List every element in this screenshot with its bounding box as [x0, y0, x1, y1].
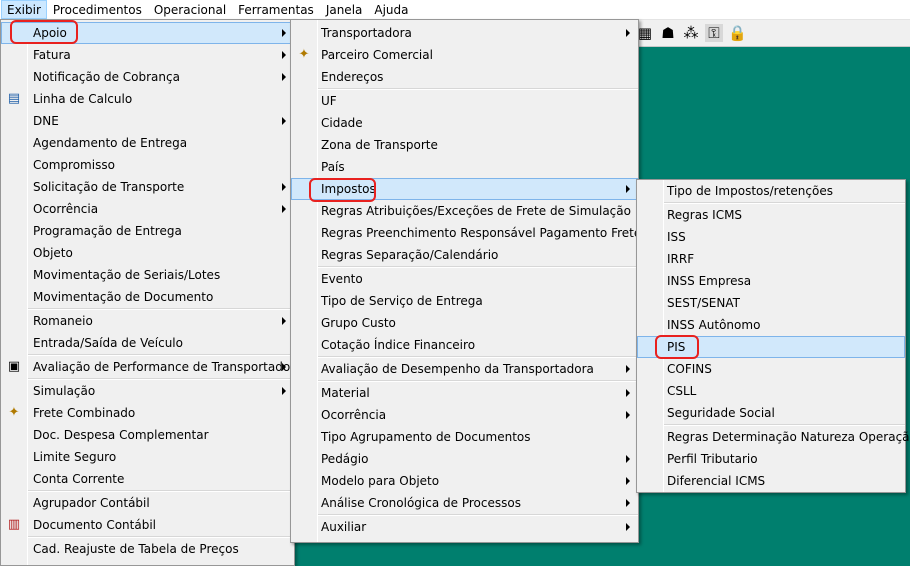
menu-item-entrada-saida-veiculo[interactable]: Entrada/Saída de Veículo: [1, 332, 294, 354]
menu-item-tipo-servico[interactable]: Tipo de Serviço de Entrega: [291, 290, 638, 312]
submenu-arrow-icon: [282, 183, 286, 191]
submenu-arrow-icon: [626, 185, 630, 193]
menu-item-cidade[interactable]: Cidade: [291, 112, 638, 134]
menu-item-documento-contabil[interactable]: ▥ Documento Contábil: [1, 514, 294, 536]
menu-item-tipo-impostos[interactable]: Tipo de Impostos/retenções: [637, 180, 905, 202]
menu-item-modelo-objeto[interactable]: Modelo para Objeto: [291, 470, 638, 492]
report-icon: ▣: [7, 359, 21, 374]
menu-item-apoio[interactable]: Apoio: [1, 22, 294, 44]
menu-ajuda[interactable]: Ajuda: [368, 0, 414, 19]
menu-item-regras-preenchimento[interactable]: Regras Preenchimento Responsável Pagamen…: [291, 222, 660, 244]
submenu-arrow-icon: [282, 317, 286, 325]
submenu-arrow-icon: [626, 29, 630, 37]
menu-item-regras-atribuicoes[interactable]: Regras Atribuições/Exceções de Frete de …: [291, 200, 638, 222]
submenu-arrow-icon: [626, 499, 630, 507]
calculator-icon: ▤: [7, 91, 21, 106]
menu-item-cotacao-indice[interactable]: Cotação Índice Financeiro: [291, 334, 638, 356]
menu-item-zona-transporte[interactable]: Zona de Transporte: [291, 134, 638, 156]
menu-item-evento[interactable]: Evento: [291, 268, 638, 290]
menu-item-ocorrencia-apoio[interactable]: Ocorrência: [291, 404, 638, 426]
submenu-arrow-icon: [282, 51, 286, 59]
menu-item-irrf[interactable]: IRRF: [637, 248, 905, 270]
submenu-arrow-icon: [626, 389, 630, 397]
key-icon[interactable]: ⚿: [705, 24, 723, 42]
people-icon[interactable]: ⁂: [682, 24, 700, 42]
menu-exibir[interactable]: Exibir: [1, 0, 47, 19]
menu-bar: Exibir Procedimentos Operacional Ferrame…: [0, 0, 910, 20]
menu-item-agendamento-entrega[interactable]: Agendamento de Entrega: [1, 132, 294, 154]
menu-item-agrupador-contabil[interactable]: Agrupador Contábil: [1, 492, 294, 514]
submenu-arrow-icon: [282, 29, 286, 37]
menu-item-programacao-entrega[interactable]: Programação de Entrega: [1, 220, 294, 242]
menu-item-ocorrencia[interactable]: Ocorrência: [1, 198, 294, 220]
menu-item-avaliacao-desempenho[interactable]: Avaliação de Desempenho da Transportador…: [291, 358, 638, 380]
submenu-arrow-icon: [626, 523, 630, 531]
menu-item-impostos[interactable]: Impostos: [291, 178, 638, 200]
submenu-arrow-icon: [626, 477, 630, 485]
menu-item-cofins[interactable]: COFINS: [637, 358, 905, 380]
menu-item-material[interactable]: Material: [291, 382, 638, 404]
submenu-arrow-icon: [282, 387, 286, 395]
menu-item-romaneio[interactable]: Romaneio: [1, 310, 294, 332]
menu-item-enderecos[interactable]: Endereços: [291, 66, 638, 88]
apoio-submenu: Transportadora ✦ Parceiro Comercial Ender…: [290, 19, 660, 543]
menu-item-analise-cronologica[interactable]: Análise Cronológica de Processos: [291, 492, 638, 514]
menu-item-regras-icms[interactable]: Regras ICMS: [637, 204, 905, 226]
menu-item-tipo-agrupamento[interactable]: Tipo Agrupamento de Documentos: [291, 426, 638, 448]
menu-item-dne[interactable]: DNE: [1, 110, 294, 132]
menu-item-avaliacao-performance[interactable]: ▣ Avaliação de Performance de Transportad…: [1, 356, 303, 378]
menu-item-movimentacao-seriais[interactable]: Movimentação de Seriais/Lotes: [1, 264, 294, 286]
menu-item-iss[interactable]: ISS: [637, 226, 905, 248]
books-icon: ▥: [7, 517, 21, 532]
menu-item-grupo-custo[interactable]: Grupo Custo: [291, 312, 638, 334]
submenu-arrow-icon: [626, 365, 630, 373]
menu-procedimentos[interactable]: Procedimentos: [47, 0, 148, 19]
menu-item-auxiliar[interactable]: Auxiliar: [291, 516, 638, 538]
menu-item-limite-seguro[interactable]: Limite Seguro: [1, 446, 294, 468]
submenu-arrow-icon: [282, 117, 286, 125]
menu-item-inss-empresa[interactable]: INSS Empresa: [637, 270, 905, 292]
submenu-arrow-icon: [282, 363, 286, 371]
menu-item-uf[interactable]: UF: [291, 90, 638, 112]
menu-item-transportadora[interactable]: Transportadora: [291, 22, 638, 44]
menu-item-perfil-tributario[interactable]: Perfil Tributario: [637, 448, 905, 470]
menu-item-pis[interactable]: PIS: [637, 336, 905, 358]
menu-operacional[interactable]: Operacional: [148, 0, 232, 19]
lock-icon[interactable]: 🔒: [728, 24, 747, 42]
menu-janela[interactable]: Janela: [320, 0, 369, 19]
menu-item-pedagio[interactable]: Pedágio: [291, 448, 638, 470]
menu-item-fatura[interactable]: Fatura: [1, 44, 294, 66]
menu-item-regras-separacao[interactable]: Regras Separação/Calendário: [291, 244, 638, 266]
menu-item-inss-autonomo[interactable]: INSS Autônomo: [637, 314, 905, 336]
menu-item-linha-calculo[interactable]: ▤ Linha de Calculo: [1, 88, 294, 110]
menu-item-diferencial-icms[interactable]: Diferencial ICMS: [637, 470, 905, 492]
menu-item-simulacao[interactable]: Simulação: [1, 380, 294, 402]
handshake-icon: ✦: [8, 405, 20, 420]
menu-item-solicitacao-transporte[interactable]: Solicitação de Transporte: [1, 176, 294, 198]
menu-item-doc-despesa[interactable]: Doc. Despesa Complementar: [1, 424, 294, 446]
person-icon[interactable]: ☗: [659, 24, 677, 42]
menu-ferramentas[interactable]: Ferramentas: [232, 0, 320, 19]
menu-item-objeto[interactable]: Objeto: [1, 242, 294, 264]
menu-item-cad-reajuste[interactable]: Cad. Reajuste de Tabela de Preços: [1, 538, 294, 560]
menu-item-csll[interactable]: CSLL: [637, 380, 905, 402]
menu-item-parceiro-comercial[interactable]: ✦ Parceiro Comercial: [291, 44, 638, 66]
exibir-dropdown: Apoio Fatura Notificação de Cobrança ▤ Li…: [0, 19, 303, 566]
submenu-arrow-icon: [626, 455, 630, 463]
menu-item-notificacao-cobranca[interactable]: Notificação de Cobrança: [1, 66, 294, 88]
menu-item-regras-natureza[interactable]: Regras Determinação Natureza Operação: [637, 426, 910, 448]
menu-item-conta-corrente[interactable]: Conta Corrente: [1, 468, 294, 490]
handshake-icon: ✦: [298, 47, 310, 62]
menu-item-sest-senat[interactable]: SEST/SENAT: [637, 292, 905, 314]
impostos-submenu: Tipo de Impostos/retenções Regras ICMS I…: [636, 179, 910, 493]
menu-item-frete-combinado[interactable]: ✦ Frete Combinado: [1, 402, 294, 424]
menu-item-pais[interactable]: País: [291, 156, 638, 178]
submenu-arrow-icon: [626, 411, 630, 419]
submenu-arrow-icon: [282, 205, 286, 213]
menu-item-compromisso[interactable]: Compromisso: [1, 154, 294, 176]
submenu-arrow-icon: [282, 73, 286, 81]
menu-item-movimentacao-documento[interactable]: Movimentação de Documento: [1, 286, 294, 308]
menu-item-seguridade-social[interactable]: Seguridade Social: [637, 402, 905, 424]
